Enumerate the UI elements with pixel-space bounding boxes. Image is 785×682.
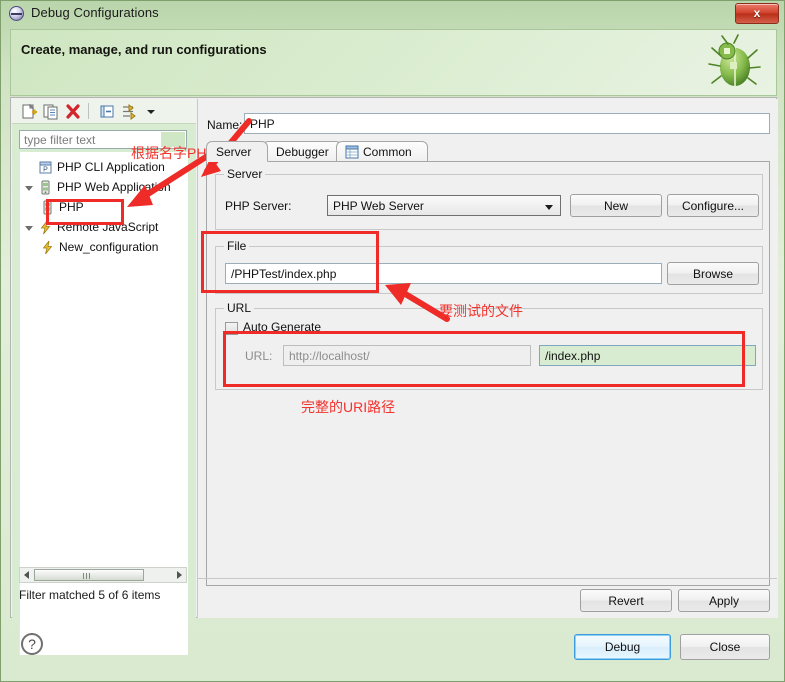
new-configuration-icon[interactable]	[20, 103, 38, 120]
configuration-editor-panel: Name: PHP Server Debugger Common Server …	[197, 99, 778, 618]
php-cli-icon: P	[39, 161, 52, 174]
tab-server[interactable]: Server	[206, 141, 268, 162]
window-close-button[interactable]: x	[735, 3, 779, 24]
close-dialog-label: Close	[709, 640, 741, 654]
name-input-value: PHP	[250, 117, 275, 131]
php-server-combo[interactable]: PHP Web Server	[327, 195, 561, 216]
duplicate-configuration-icon[interactable]	[42, 103, 60, 120]
php-server-value: PHP Web Server	[333, 199, 424, 213]
file-path-value: /PHPTest/index.php	[231, 267, 337, 281]
filter-clear-area	[161, 132, 185, 147]
tab-label: Server	[216, 145, 252, 159]
toolbar-separator	[88, 103, 89, 119]
url-group: URL Auto Generate URL: http://localhost/…	[215, 301, 763, 390]
help-label: ?	[28, 636, 36, 652]
filter-input[interactable]: type filter text	[19, 130, 187, 149]
server-group-title: Server	[224, 167, 266, 181]
bug-icon	[708, 34, 761, 86]
php-web-icon	[43, 200, 52, 215]
configure-server-button[interactable]: Configure...	[667, 194, 759, 217]
chevron-down-icon	[545, 205, 553, 210]
header-banner: Create, manage, and run configurations	[10, 29, 777, 96]
revert-button[interactable]: Revert	[580, 589, 672, 612]
close-icon: x	[753, 6, 761, 20]
tree-item-label: PHP Web Application	[57, 180, 171, 194]
php-server-label: PHP Server:	[225, 199, 292, 213]
url-base-input[interactable]: http://localhost/	[283, 345, 531, 366]
configure-server-label: Configure...	[681, 199, 745, 213]
javascript-bolt-icon	[40, 220, 51, 235]
header-title: Create, manage, and run configurations	[21, 42, 267, 57]
tree-item-label: Remote JavaScript	[57, 220, 159, 234]
browse-file-label: Browse	[692, 267, 733, 281]
revert-label: Revert	[608, 594, 644, 608]
scrollbar-thumb[interactable]	[34, 569, 144, 581]
configurations-panel: type filter text P PHP CLI Application P…	[12, 99, 196, 655]
collapse-all-icon[interactable]	[98, 103, 116, 120]
twisty-expanded-icon[interactable]	[25, 226, 33, 235]
tree-horizontal-scrollbar[interactable]	[19, 567, 187, 583]
tab-label: Debugger	[276, 145, 329, 159]
filter-configurations-icon[interactable]	[120, 103, 138, 120]
file-group: File /PHPTest/index.php Browse	[215, 239, 763, 294]
scroll-left-arrow-icon[interactable]	[24, 571, 29, 579]
svg-text:P: P	[43, 167, 48, 174]
auto-generate-label: Auto Generate	[243, 320, 322, 334]
tab-strip: Server Debugger Common	[206, 141, 770, 162]
view-menu-chevron-down-icon[interactable]	[142, 103, 160, 120]
url-base-value: http://localhost/	[289, 349, 370, 363]
url-path-input[interactable]: /index.php	[539, 345, 756, 366]
auto-generate-checkbox[interactable]	[225, 322, 238, 335]
help-button[interactable]: ?	[21, 633, 43, 655]
server-tab-content: Server PHP Server: PHP Web Server New Co…	[206, 162, 770, 586]
debug-button[interactable]: Debug	[574, 634, 671, 660]
window-icon	[9, 6, 24, 21]
apply-button[interactable]: Apply	[678, 589, 770, 612]
file-group-title: File	[224, 239, 250, 253]
url-group-title: URL	[224, 301, 255, 315]
twisty-expanded-icon[interactable]	[25, 186, 33, 195]
tree-toolbar	[12, 99, 196, 124]
debug-label: Debug	[604, 640, 641, 654]
server-group: Server PHP Server: PHP Web Server New Co…	[215, 167, 763, 230]
delete-configuration-icon[interactable]	[64, 103, 82, 120]
common-table-icon	[345, 145, 359, 159]
filter-placeholder: type filter text	[24, 133, 96, 147]
file-path-input[interactable]: /PHPTest/index.php	[225, 263, 662, 284]
tab-label: Common	[363, 145, 412, 159]
browse-file-button[interactable]: Browse	[667, 262, 759, 285]
tree-item-label: New_configuration	[59, 240, 159, 254]
new-server-label: New	[603, 199, 628, 213]
title-bar: Debug Configurations x	[1, 1, 785, 27]
window-title: Debug Configurations	[31, 5, 159, 20]
tree-item-label: PHP CLI Application	[57, 160, 165, 174]
close-dialog-button[interactable]: Close	[680, 634, 770, 660]
tab-common[interactable]: Common	[336, 141, 428, 162]
scrollbar-grip	[83, 573, 92, 579]
scroll-right-arrow-icon[interactable]	[177, 571, 182, 579]
new-server-button[interactable]: New	[570, 194, 662, 217]
javascript-bolt-icon	[42, 240, 53, 255]
tab-debugger[interactable]: Debugger	[262, 141, 342, 162]
url-label: URL:	[245, 349, 273, 363]
debug-configurations-window: Debug Configurations x Create, manage, a…	[0, 0, 785, 682]
url-path-value: /index.php	[545, 349, 601, 363]
tree-item-label: PHP	[59, 200, 84, 214]
footer-separator	[197, 578, 777, 579]
name-label: Name:	[207, 118, 243, 132]
dialog-body: type filter text P PHP CLI Application P…	[10, 97, 778, 655]
name-input[interactable]: PHP	[244, 113, 770, 134]
apply-label: Apply	[708, 594, 740, 608]
php-web-icon	[41, 180, 50, 195]
filter-status-text: Filter matched 5 of 6 items	[19, 588, 161, 602]
